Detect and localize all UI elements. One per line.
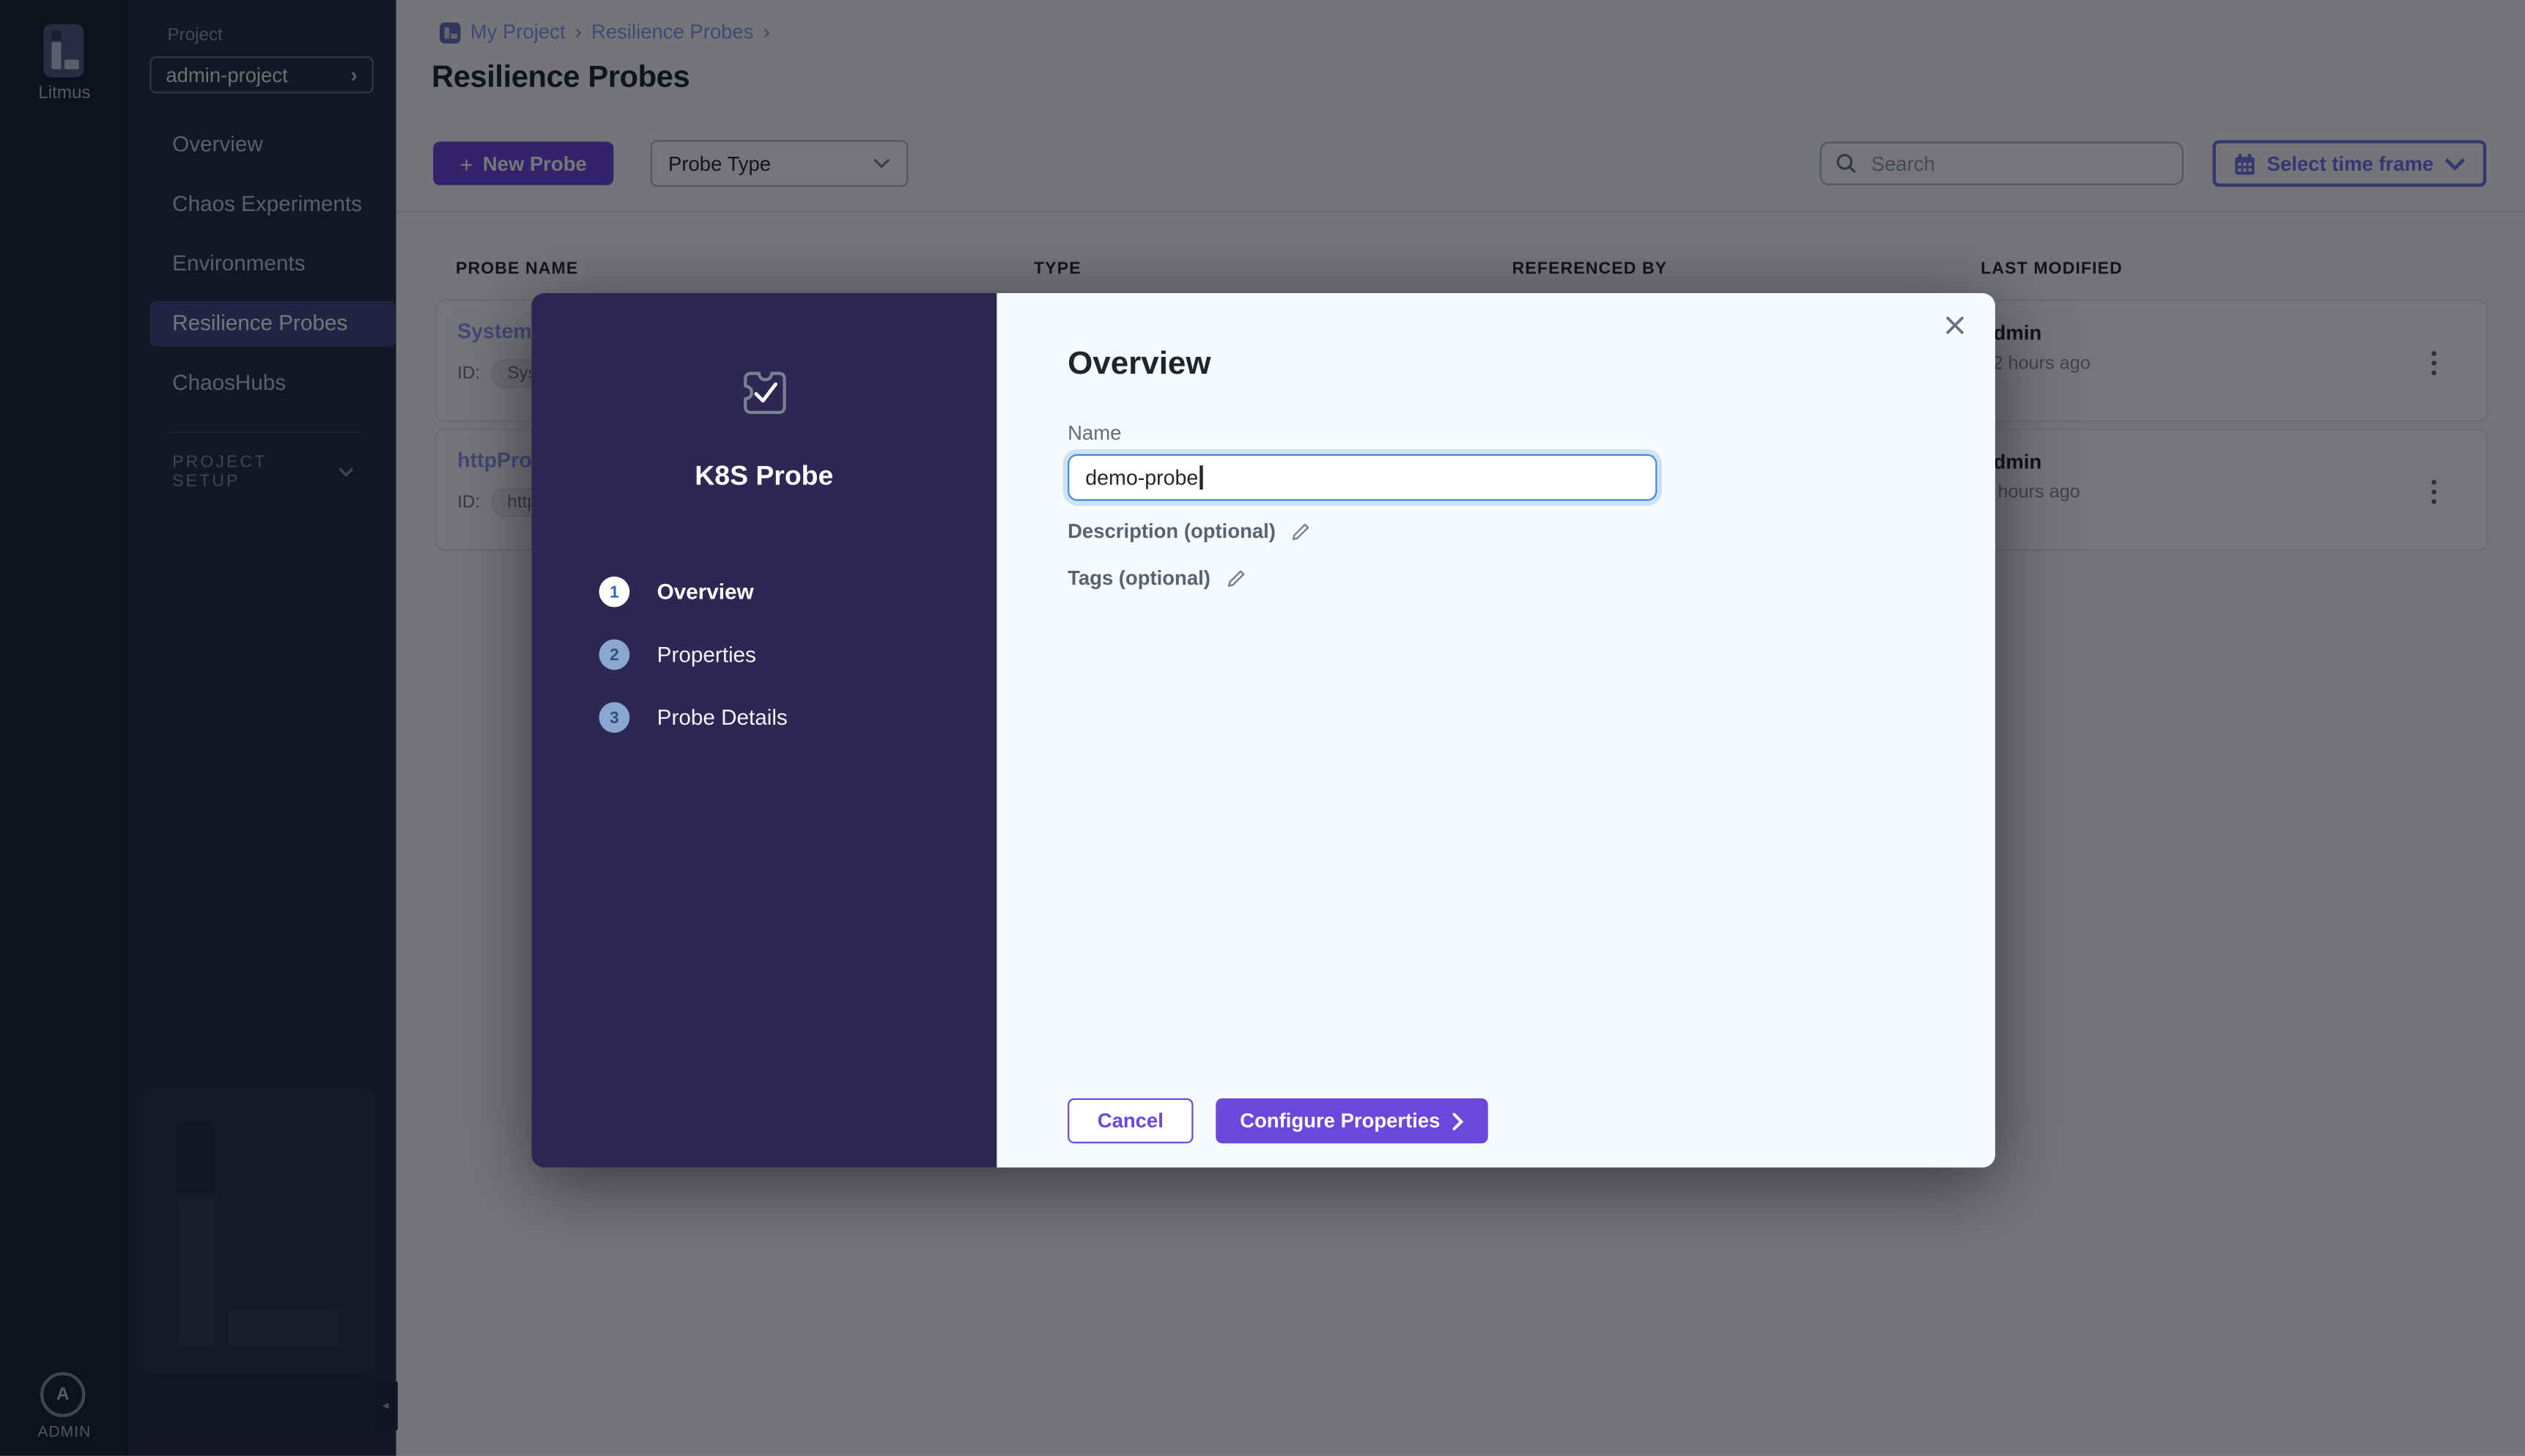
modal-title: Overview [1068, 347, 1210, 384]
tags-label: Tags (optional) [1068, 567, 1210, 590]
modal-left-panel: K8S Probe 1 Overview 2 Properties 3 Prob… [531, 293, 997, 1167]
step-properties[interactable]: 2 Properties [599, 624, 788, 687]
litmus-app: Litmus A ADMIN Project admin-project › O… [0, 0, 2525, 1456]
name-label: Name [1068, 422, 1121, 445]
modal-body: Overview Name demo-probe Description (op… [997, 293, 1995, 1167]
puzzle-check-icon [736, 366, 791, 421]
configure-properties-label: Configure Properties [1240, 1109, 1440, 1132]
name-value: demo-probe [1085, 465, 1198, 489]
step-label: Properties [657, 643, 756, 667]
create-probe-modal: K8S Probe 1 Overview 2 Properties 3 Prob… [531, 293, 1995, 1167]
pencil-icon[interactable] [1290, 521, 1312, 542]
close-icon[interactable] [1940, 311, 1970, 340]
step-overview[interactable]: 1 Overview [599, 561, 788, 624]
step-label: Probe Details [657, 706, 788, 730]
name-input[interactable]: demo-probe [1068, 454, 1657, 501]
step-number: 3 [599, 702, 630, 733]
wizard-steps: 1 Overview 2 Properties 3 Probe Details [599, 561, 788, 749]
step-probe-details[interactable]: 3 Probe Details [599, 686, 788, 749]
modal-footer: Cancel Configure Properties [1068, 1098, 1488, 1144]
cancel-button[interactable]: Cancel [1068, 1098, 1193, 1144]
probe-type-title: K8S Probe [531, 461, 997, 493]
description-row: Description (optional) [1068, 520, 1311, 543]
step-number: 2 [599, 639, 630, 670]
step-label: Overview [657, 580, 754, 604]
tags-row: Tags (optional) [1068, 567, 1246, 590]
description-label: Description (optional) [1068, 520, 1276, 543]
step-number: 1 [599, 577, 630, 607]
chevron-right-icon [1453, 1112, 1464, 1130]
text-caret [1200, 465, 1202, 489]
configure-properties-button[interactable]: Configure Properties [1216, 1098, 1488, 1144]
pencil-icon[interactable] [1225, 568, 1246, 589]
